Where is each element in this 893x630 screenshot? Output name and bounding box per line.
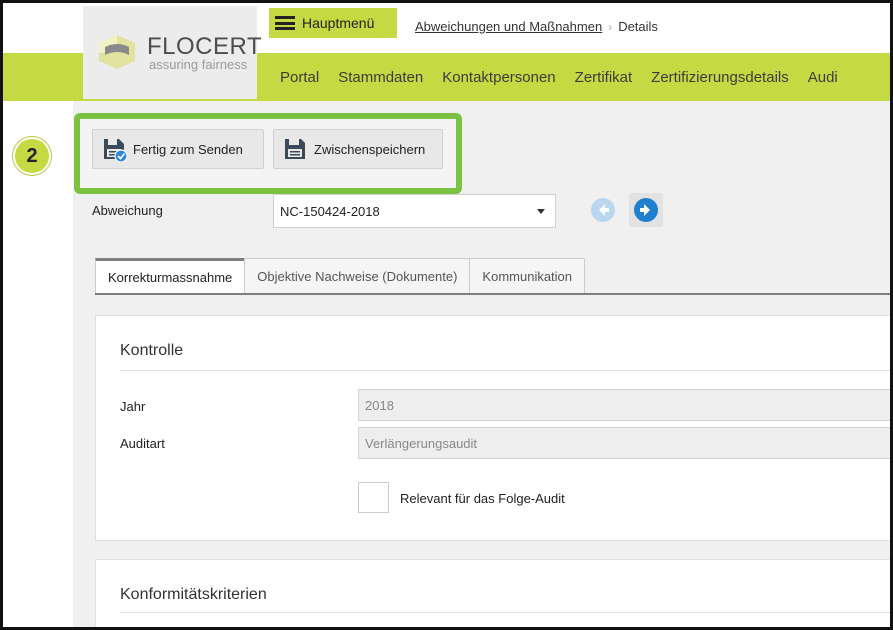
nav-item-zertifikat[interactable]: Zertifikat bbox=[575, 69, 633, 86]
year-label: Jahr bbox=[120, 399, 146, 414]
flocert-logo-icon bbox=[99, 35, 135, 69]
conformity-criteria-panel: Konformitätskriterien bbox=[95, 559, 890, 627]
divider bbox=[120, 612, 890, 613]
conformity-criteria-title: Konformitätskriterien bbox=[120, 586, 267, 603]
breadcrumb-separator-icon: › bbox=[608, 19, 613, 34]
breadcrumb-link-deviations[interactable]: Abweichungen und Maßnahmen bbox=[415, 19, 602, 34]
top-navigation: Portal Stammdaten Kontaktpersonen Zertif… bbox=[280, 69, 857, 86]
nav-item-portal[interactable]: Portal bbox=[280, 69, 319, 86]
app-window: FLOCERT assuring fairness Hauptmenü Abwe… bbox=[0, 0, 893, 630]
hamburger-icon bbox=[275, 16, 295, 30]
previous-deviation-button[interactable] bbox=[586, 193, 620, 227]
nav-item-kontaktpersonen[interactable]: Kontaktpersonen bbox=[442, 69, 555, 86]
tab-bar: Korrekturmassnahme Objektive Nachweise (… bbox=[95, 258, 586, 294]
follow-up-audit-checkbox[interactable] bbox=[358, 482, 389, 513]
arrow-right-circle-icon bbox=[634, 198, 658, 222]
tab-underline bbox=[95, 293, 890, 295]
deviation-select[interactable]: NC-150424-2018 bbox=[273, 194, 556, 228]
nav-item-zertifizierungsdetails[interactable]: Zertifizierungsdetails bbox=[651, 69, 789, 86]
deviation-label: Abweichung bbox=[92, 203, 163, 218]
breadcrumb-current: Details bbox=[618, 19, 658, 34]
save-draft-button[interactable]: Zwischenspeichern bbox=[273, 129, 443, 169]
audit-type-label: Auditart bbox=[120, 436, 165, 451]
tab-corrective-action[interactable]: Korrekturmassnahme bbox=[95, 258, 246, 294]
tab-objective-evidence[interactable]: Objektive Nachweise (Dokumente) bbox=[244, 258, 471, 294]
audit-type-field: Verlängerungsaudit bbox=[358, 427, 890, 459]
main-menu-button[interactable]: Hauptmenü bbox=[269, 8, 397, 38]
nav-item-stammdaten[interactable]: Stammdaten bbox=[338, 69, 423, 86]
control-panel-title: Kontrolle bbox=[120, 342, 184, 359]
tab-communication[interactable]: Kommunikation bbox=[469, 258, 586, 294]
save-check-icon bbox=[104, 139, 127, 162]
save-icon bbox=[285, 139, 305, 159]
ready-to-send-label: Fertig zum Senden bbox=[133, 141, 243, 157]
ready-to-send-button[interactable]: Fertig zum Senden bbox=[92, 129, 264, 169]
deviation-selected-value: NC-150424-2018 bbox=[280, 203, 380, 219]
control-panel: Kontrolle Jahr 2018 Auditart Verlängerun… bbox=[95, 315, 890, 541]
nav-item-audit[interactable]: Audi bbox=[808, 69, 838, 86]
next-deviation-button[interactable] bbox=[629, 193, 663, 227]
breadcrumb: Abweichungen und Maßnahmen › Details bbox=[415, 19, 658, 34]
chevron-down-icon bbox=[537, 209, 545, 214]
arrow-left-circle-icon bbox=[591, 198, 615, 222]
year-field: 2018 bbox=[358, 389, 890, 421]
main-menu-label: Hauptmenü bbox=[302, 15, 375, 31]
follow-up-audit-label: Relevant für das Folge-Audit bbox=[400, 491, 565, 506]
brand-tagline: assuring fairness bbox=[149, 57, 248, 72]
step-badge: 2 bbox=[13, 137, 51, 175]
divider bbox=[120, 370, 890, 371]
save-draft-label: Zwischenspeichern bbox=[314, 141, 426, 157]
